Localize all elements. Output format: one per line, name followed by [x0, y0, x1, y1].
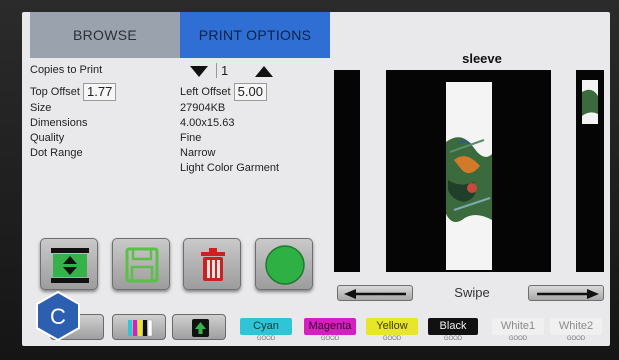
copies-increment-button[interactable]	[252, 62, 276, 80]
top-offset-field[interactable]: 1.77	[83, 83, 117, 101]
floppy-disk-icon	[125, 247, 159, 283]
dot-range-value: Narrow	[180, 147, 216, 159]
size-label: Size	[30, 102, 52, 114]
previous-image-button[interactable]	[337, 285, 413, 301]
arrow-left-icon	[344, 289, 406, 299]
swipe-label: Swipe	[454, 285, 490, 300]
copies-value[interactable]: 1	[216, 63, 228, 78]
ink-yellow-status: GOOD	[382, 336, 402, 342]
tab-browse-label: BROWSE	[72, 27, 138, 43]
tab-print-options-label: PRINT OPTIONS	[198, 27, 312, 43]
size-value: 27904KB	[180, 102, 226, 114]
sleeve-preview-image	[334, 70, 604, 272]
platen-arrow-icon	[51, 248, 89, 283]
trash-icon	[201, 248, 225, 281]
upload-button[interactable]	[172, 314, 226, 340]
image-preview-strip[interactable]	[334, 70, 604, 272]
ink-yellow-label: Yellow	[366, 318, 418, 335]
badge-letter: C	[50, 304, 66, 329]
ink-white2-status: GOOD	[566, 336, 586, 342]
green-circle-icon	[265, 245, 305, 285]
copies-decrement-button[interactable]	[187, 62, 211, 80]
ink-white2-label: White2	[550, 318, 602, 335]
dot-range-label: Dot Range	[30, 147, 83, 159]
green-up-arrow-icon	[192, 319, 209, 337]
hexagon-badge-icon: C	[36, 290, 80, 342]
ink-white1-status: GOOD	[508, 336, 528, 342]
quality-value: Fine	[180, 132, 202, 144]
delete-button[interactable]	[183, 238, 241, 290]
color-bars-icon	[128, 319, 153, 337]
triangle-up-icon	[255, 66, 273, 77]
arrow-right-icon	[537, 289, 599, 299]
save-button[interactable]	[112, 238, 170, 290]
start-print-button[interactable]	[255, 238, 313, 290]
ink-magenta-label: Magenta	[304, 318, 356, 335]
preview-title: sleeve	[462, 51, 502, 66]
ink-black-label: Black	[428, 318, 478, 335]
quality-label: Quality	[30, 132, 65, 144]
print-position-button[interactable]	[40, 238, 98, 290]
dimensions-value: 4.00x15.63	[180, 117, 235, 129]
tab-browse[interactable]: BROWSE	[30, 12, 180, 58]
ink-magenta-status: GOOD	[320, 336, 340, 342]
ink-cyan-label: Cyan	[240, 318, 292, 335]
ink-black-status: GOOD	[443, 336, 463, 342]
copies-label: Copies to Print	[30, 64, 103, 76]
triangle-down-icon	[190, 66, 208, 77]
garment-value: Light Color Garment	[180, 162, 280, 174]
printer-screen: BROWSE PRINT OPTIONS Copies to Print 1 T…	[22, 12, 610, 346]
c-badge: C	[32, 290, 84, 342]
dimensions-label: Dimensions	[30, 117, 88, 129]
ink-cyan-status: GOOD	[256, 336, 276, 342]
top-offset-label: Top Offset	[30, 85, 80, 98]
left-offset-field[interactable]: 5.00	[233, 83, 267, 101]
next-image-button[interactable]	[528, 285, 604, 301]
ink-white1-label: White1	[492, 318, 544, 335]
left-offset-label: Left Offset	[180, 85, 231, 98]
ink-status-button[interactable]	[112, 314, 166, 340]
tab-print-options[interactable]: PRINT OPTIONS	[180, 12, 330, 58]
